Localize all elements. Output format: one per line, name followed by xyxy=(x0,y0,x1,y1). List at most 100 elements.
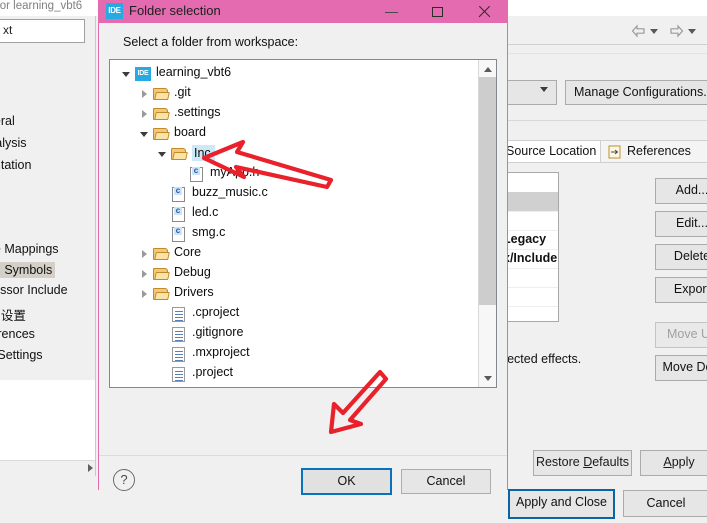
source-location-row-label: x/Include xyxy=(503,251,558,265)
tab-source-location[interactable]: Source Location xyxy=(497,140,601,163)
tree-vertical-scrollbar[interactable] xyxy=(478,60,496,387)
maximize-button[interactable] xyxy=(415,0,461,23)
properties-nav-item-7[interactable]: age Mappings xyxy=(0,242,59,256)
side-button-add[interactable]: Add... xyxy=(655,178,707,204)
properties-nav-empty-area xyxy=(0,380,96,470)
properties-filter-value: xt xyxy=(3,23,13,37)
properties-nav-item-10[interactable]: VD 设置 xyxy=(0,305,26,324)
scroll-up-icon[interactable] xyxy=(479,60,496,77)
close-button[interactable] xyxy=(461,0,507,23)
back-arrow-icon[interactable] xyxy=(631,24,646,38)
folder-icon xyxy=(153,288,170,301)
tree-node-label: myApp.h xyxy=(210,165,260,179)
forward-arrow-icon[interactable] xyxy=(669,24,684,38)
c-file-icon xyxy=(172,187,185,202)
document-icon xyxy=(172,307,185,322)
tab-underline xyxy=(507,162,707,163)
side-button-delete[interactable]: Delete xyxy=(655,244,707,270)
properties-nav-item-8[interactable]: and Symbols xyxy=(0,262,56,278)
properties-nav-item-label: eneral xyxy=(0,114,15,128)
properties-nav-item-11[interactable]: eferences xyxy=(0,327,35,341)
chevron-down-icon[interactable] xyxy=(120,64,133,84)
properties-nav-item-label: ocessor Include xyxy=(0,283,68,297)
content-separator-1 xyxy=(507,44,707,45)
manage-configurations-button[interactable]: Manage Configurations... xyxy=(565,80,707,105)
restore-defaults-button[interactable]: Restore Defaults xyxy=(533,450,632,476)
properties-nav-item-label: Analysis xyxy=(0,136,27,150)
tree-node-label: Drivers xyxy=(174,285,214,299)
ide-project-icon: IDE xyxy=(135,67,151,81)
properties-nav-item-label: and Symbols xyxy=(0,263,53,277)
chevron-down-icon[interactable] xyxy=(156,144,169,164)
help-button[interactable]: ? xyxy=(113,469,135,491)
properties-nav-item-label: age Mappings xyxy=(0,242,59,256)
side-button-edit[interactable]: Edit... xyxy=(655,211,707,237)
properties-cancel-button[interactable]: Cancel xyxy=(623,490,707,517)
workspace-folder-tree[interactable]: IDE learning_vbt6 .git .settings board Inc myA… xyxy=(109,59,497,388)
folder-icon xyxy=(153,128,170,141)
apply-label: Apply xyxy=(663,455,695,469)
nav-history-controls[interactable] xyxy=(631,21,707,43)
tab-source-location-label: Source Location xyxy=(506,144,597,158)
tree-node-label: .gitignore xyxy=(192,325,244,339)
tab-references-label: References xyxy=(627,144,691,158)
background-window-title-text: ...s for learning_vbt6 xyxy=(0,0,83,12)
apply-button[interactable]: Apply xyxy=(640,450,707,476)
scroll-down-icon[interactable] xyxy=(479,370,496,387)
manage-configurations-label: Manage Configurations... xyxy=(574,85,707,99)
chevron-right-icon[interactable] xyxy=(138,84,151,104)
tab-references[interactable]: References xyxy=(600,140,707,163)
dialog-titlebar[interactable]: IDE Folder selection xyxy=(99,0,507,23)
dialog-title: Folder selection xyxy=(129,3,221,18)
references-icon xyxy=(608,145,621,159)
content-separator-3 xyxy=(507,120,707,121)
chevron-down-icon xyxy=(540,87,548,92)
side-button-move-dow[interactable]: Move Dow xyxy=(655,355,707,381)
properties-nav-item-label: eferences xyxy=(0,327,35,341)
c-file-icon xyxy=(172,207,185,222)
properties-nav-item-9[interactable]: ocessor Include xyxy=(0,283,68,297)
document-icon xyxy=(172,347,185,362)
properties-nav-item-2[interactable]: Analysis xyxy=(0,136,27,150)
properties-nav-item-12[interactable]: ug Settings xyxy=(0,348,43,362)
scrollbar-thumb[interactable] xyxy=(479,77,496,305)
apply-and-close-button[interactable]: Apply and Close xyxy=(508,489,615,519)
chevron-right-icon[interactable] xyxy=(138,244,151,264)
tree-node-label: .project xyxy=(192,365,233,379)
folder-icon xyxy=(153,88,170,101)
dialog-cancel-button[interactable]: Cancel xyxy=(401,469,491,494)
minimize-icon xyxy=(385,12,398,13)
document-icon xyxy=(172,367,185,382)
tree-node-label: .cproject xyxy=(192,305,240,319)
tree-node-label: learning_vbt6 xyxy=(156,65,232,79)
dialog-cancel-label: Cancel xyxy=(426,474,466,488)
tree-node-label: .mxproject xyxy=(192,345,250,359)
back-dropdown-icon[interactable] xyxy=(650,29,658,34)
tree-node-label: board xyxy=(174,125,206,139)
side-button-export[interactable]: Export xyxy=(655,277,707,303)
minimize-button[interactable] xyxy=(369,0,415,23)
scroll-right-icon[interactable] xyxy=(88,464,93,472)
chevron-right-icon[interactable] xyxy=(138,104,151,124)
tree-node-label: buzz_music.c xyxy=(192,185,268,199)
folder-selection-dialog: IDE Folder selection Select a folder fro… xyxy=(98,0,508,495)
ok-button[interactable]: OK xyxy=(301,468,392,495)
chevron-down-icon[interactable] xyxy=(138,124,151,144)
properties-nav-divider xyxy=(95,16,96,476)
properties-nav-item-3[interactable]: nentation xyxy=(0,158,31,172)
chevron-right-icon[interactable] xyxy=(138,264,151,284)
forward-dropdown-icon[interactable] xyxy=(688,29,696,34)
apply-and-close-label: Apply and Close xyxy=(515,495,608,509)
chevron-right-icon[interactable] xyxy=(138,284,151,304)
properties-filter-input[interactable]: xt xyxy=(0,19,85,43)
content-separator-2 xyxy=(507,53,707,54)
ok-button-label: OK xyxy=(337,474,356,488)
properties-nav-item-1[interactable]: eneral xyxy=(0,114,15,128)
folder-icon xyxy=(153,268,170,281)
maximize-icon xyxy=(432,7,443,17)
tree-nodes-container[interactable]: IDE learning_vbt6 .git .settings board Inc myA… xyxy=(110,60,480,387)
properties-nav-hscrollbar[interactable] xyxy=(0,460,96,477)
tree-node-label: smg.c xyxy=(192,225,226,239)
tree-node-label: .git xyxy=(174,85,191,99)
property-tabs[interactable]: Source Location References xyxy=(497,140,707,163)
